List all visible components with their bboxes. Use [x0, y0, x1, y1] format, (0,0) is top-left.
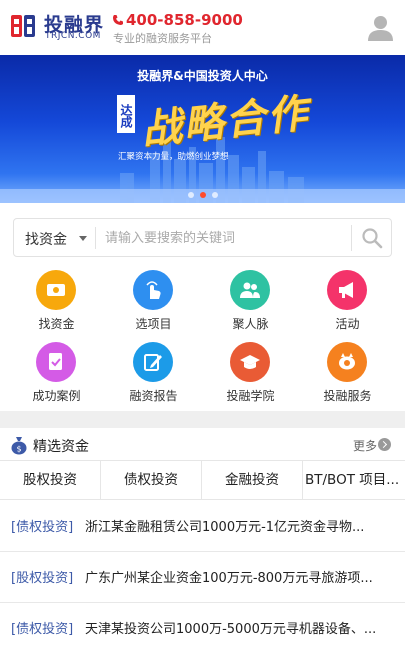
tab-bt-bot[interactable]: BT/BOT 项目...	[303, 461, 405, 499]
item-title[interactable]: 天津某投资公司1000万-5000万元寻机器设备、...	[85, 618, 385, 637]
people-icon	[230, 270, 270, 310]
list-item[interactable]: [债权投资] 天津某投资公司1000万-5000万元寻机器设备、...	[0, 602, 405, 648]
chevron-down-icon[interactable]	[79, 236, 87, 241]
divider	[95, 227, 96, 249]
banner-badge: 达成	[117, 95, 135, 133]
user-icon[interactable]	[367, 14, 394, 41]
nav-success-cases[interactable]: 成功案例	[6, 342, 107, 408]
nav-label: 选项目	[135, 317, 172, 331]
tab-financial[interactable]: 金融投资	[202, 461, 303, 499]
nav-academy[interactable]: 投融学院	[200, 342, 301, 408]
fund-category-tabs: 股权投资 债权投资 金融投资 BT/BOT 项目...	[0, 460, 405, 500]
nav-label: 投融学院	[226, 389, 275, 403]
report-edit-icon	[133, 342, 173, 382]
money-icon	[36, 270, 76, 310]
search-bar: 找资金	[13, 218, 392, 257]
header: 投融界 TRJCN.COM 400-858-9000 专业的融资服务平台	[0, 0, 405, 55]
nav-label: 投融服务	[323, 389, 372, 403]
nav-label: 活动	[335, 317, 360, 331]
hand-pointer-icon	[133, 270, 173, 310]
item-category: [债权投资]	[11, 520, 74, 535]
tab-debt[interactable]: 债权投资	[101, 461, 202, 499]
carousel-dot[interactable]	[187, 192, 194, 198]
item-title[interactable]: 浙江某金融租赁公司1000万元-1亿元资金寻物...	[85, 516, 385, 535]
nav-label: 融资报告	[129, 389, 178, 403]
section-title: 精选资金	[33, 439, 89, 455]
promo-banner[interactable]: 投融界&中国投资人中心 达成 战略合作 汇聚资本力量，助燃创业梦想	[0, 55, 405, 203]
search-icon[interactable]	[360, 226, 384, 250]
slogan: 专业的融资服务平台	[113, 32, 212, 45]
search-type-select[interactable]: 找资金	[25, 229, 67, 249]
section-divider	[0, 411, 405, 428]
item-category: [股权投资]	[11, 571, 74, 586]
graduation-cap-icon	[230, 342, 270, 382]
phone-icon	[113, 15, 123, 25]
trjcn-logo-icon[interactable]	[9, 12, 39, 40]
more-link[interactable]: 更多	[353, 437, 377, 454]
nav-network[interactable]: 聚人脉	[200, 270, 301, 336]
nav-label: 聚人脉	[232, 317, 269, 331]
carousel-dot[interactable]	[211, 192, 218, 198]
nav-label: 找资金	[38, 317, 75, 331]
carousel-indicators	[0, 192, 405, 198]
nav-select-projects[interactable]: 选项目	[103, 270, 204, 336]
brand-domain: TRJCN.COM	[45, 31, 101, 41]
search-input[interactable]	[105, 227, 355, 249]
list-item[interactable]: [债权投资] 浙江某金融租赁公司1000万元-1亿元资金寻物...	[0, 500, 405, 552]
tab-equity[interactable]: 股权投资	[0, 461, 101, 499]
nav-services[interactable]: 投融服务	[297, 342, 398, 408]
svg-text:$: $	[16, 445, 21, 454]
nav-events[interactable]: 活动	[297, 270, 398, 336]
megaphone-icon	[327, 270, 367, 310]
nav-find-funds[interactable]: 找资金	[6, 270, 107, 336]
money-bag-icon: $	[11, 437, 27, 455]
item-category: [债权投资]	[11, 622, 74, 637]
divider	[351, 225, 352, 251]
nav-finance-report[interactable]: 融资报告	[103, 342, 204, 408]
item-title[interactable]: 广东广州某企业资金100万元-800万元寻旅游项...	[85, 567, 385, 586]
chevron-right-icon[interactable]	[378, 438, 391, 451]
piggy-bank-icon	[327, 342, 367, 382]
banner-title: 投融界&中国投资人中心	[137, 69, 268, 83]
document-check-icon	[36, 342, 76, 382]
list-item[interactable]: [股权投资] 广东广州某企业资金100万元-800万元寻旅游项...	[0, 551, 405, 603]
nav-label: 成功案例	[32, 389, 81, 403]
carousel-dot-active[interactable]	[199, 192, 206, 198]
hotline-number[interactable]: 400-858-9000	[126, 11, 243, 29]
featured-funds-header: $ 精选资金 更多	[0, 428, 405, 461]
banner-subtitle: 汇聚资本力量，助燃创业梦想	[118, 152, 229, 162]
